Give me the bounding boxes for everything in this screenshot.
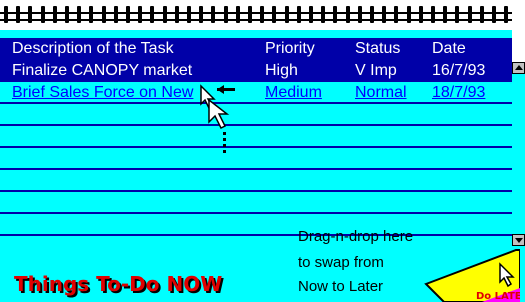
binding-ring <box>492 6 496 23</box>
binding-ring <box>150 6 155 23</box>
binding-ring <box>40 6 45 23</box>
binding-ring <box>28 6 33 23</box>
binding-ring <box>248 6 252 23</box>
task-description: Finalize CANOPY market <box>12 62 193 79</box>
binding-ring <box>284 6 289 23</box>
binding-ring <box>321 6 326 23</box>
binding-ring <box>235 6 240 23</box>
binding-ring <box>199 6 204 23</box>
empty-task-row[interactable] <box>0 126 512 148</box>
things-to-do-now-label: Things To-Do NOW <box>14 272 223 296</box>
binding-ring <box>431 6 435 23</box>
task-date: 18/7/93 <box>432 84 486 101</box>
binding-ring <box>16 6 21 23</box>
task-row[interactable]: Brief Sales Force on New Medium Normal 1… <box>0 82 512 104</box>
binding-ring <box>187 6 191 23</box>
drag-drop-hint-line: Now to Later <box>298 278 384 295</box>
spiral-binding <box>0 0 525 30</box>
binding-ring <box>504 6 509 23</box>
binding-ring <box>89 6 94 23</box>
column-header-description[interactable]: Description of the Task <box>12 40 260 58</box>
scroll-up-button[interactable] <box>512 62 525 74</box>
binding-ring <box>101 6 106 23</box>
binding-ring <box>443 6 448 23</box>
binding-ring <box>382 6 387 23</box>
binding-ring <box>394 6 399 23</box>
task-status: V Imp <box>355 62 397 79</box>
binding-ring <box>467 6 472 23</box>
drag-drop-hint-line: to swap from <box>298 254 384 271</box>
binding-ring <box>406 6 411 23</box>
scroll-down-button[interactable] <box>512 234 525 246</box>
binding-ring <box>333 6 338 23</box>
drag-hand-cursor-icon <box>200 84 235 153</box>
binding-ring <box>211 6 216 23</box>
column-header-date[interactable]: Date <box>432 40 466 58</box>
binding-ring <box>479 6 484 23</box>
binding-ring <box>260 6 265 23</box>
binding-ring <box>65 6 69 23</box>
empty-task-row[interactable] <box>0 214 512 236</box>
empty-task-row[interactable] <box>0 170 512 192</box>
binding-ring <box>113 6 118 23</box>
binding-ring <box>174 6 179 23</box>
column-header-row: Description of the Task Priority Status … <box>0 38 512 60</box>
column-header-priority[interactable]: Priority <box>265 40 315 58</box>
binding-ring <box>309 6 313 23</box>
column-header-status[interactable]: Status <box>355 40 400 58</box>
binding-ring <box>455 6 460 23</box>
binding-ring <box>345 6 350 23</box>
empty-task-row[interactable] <box>0 148 512 170</box>
binding-ring <box>4 6 8 23</box>
binding-ring <box>370 6 374 23</box>
binding-ring <box>126 6 130 23</box>
task-date: 16/7/93 <box>432 62 486 79</box>
task-row[interactable]: Finalize CANOPY market High V Imp 16/7/9… <box>0 60 512 82</box>
binding-ring <box>272 6 277 23</box>
binding-ring <box>357 6 362 23</box>
task-priority: High <box>265 62 298 79</box>
task-status: Normal <box>355 84 407 101</box>
binding-ring <box>52 6 57 23</box>
empty-task-row[interactable] <box>0 104 512 126</box>
task-priority: Medium <box>265 84 322 101</box>
binding-ring <box>418 6 423 23</box>
binding-ring <box>223 6 228 23</box>
binding-ring <box>77 6 82 23</box>
binding-ring <box>162 6 167 23</box>
drag-drop-hint-line: Drag-n-drop here <box>298 228 414 245</box>
do-later-drop-target[interactable]: Do LATER <box>420 248 520 302</box>
binding-ring <box>296 6 301 23</box>
empty-task-row[interactable] <box>0 192 512 214</box>
binding-ring <box>138 6 143 23</box>
do-later-label: Do LATER <box>476 291 520 302</box>
